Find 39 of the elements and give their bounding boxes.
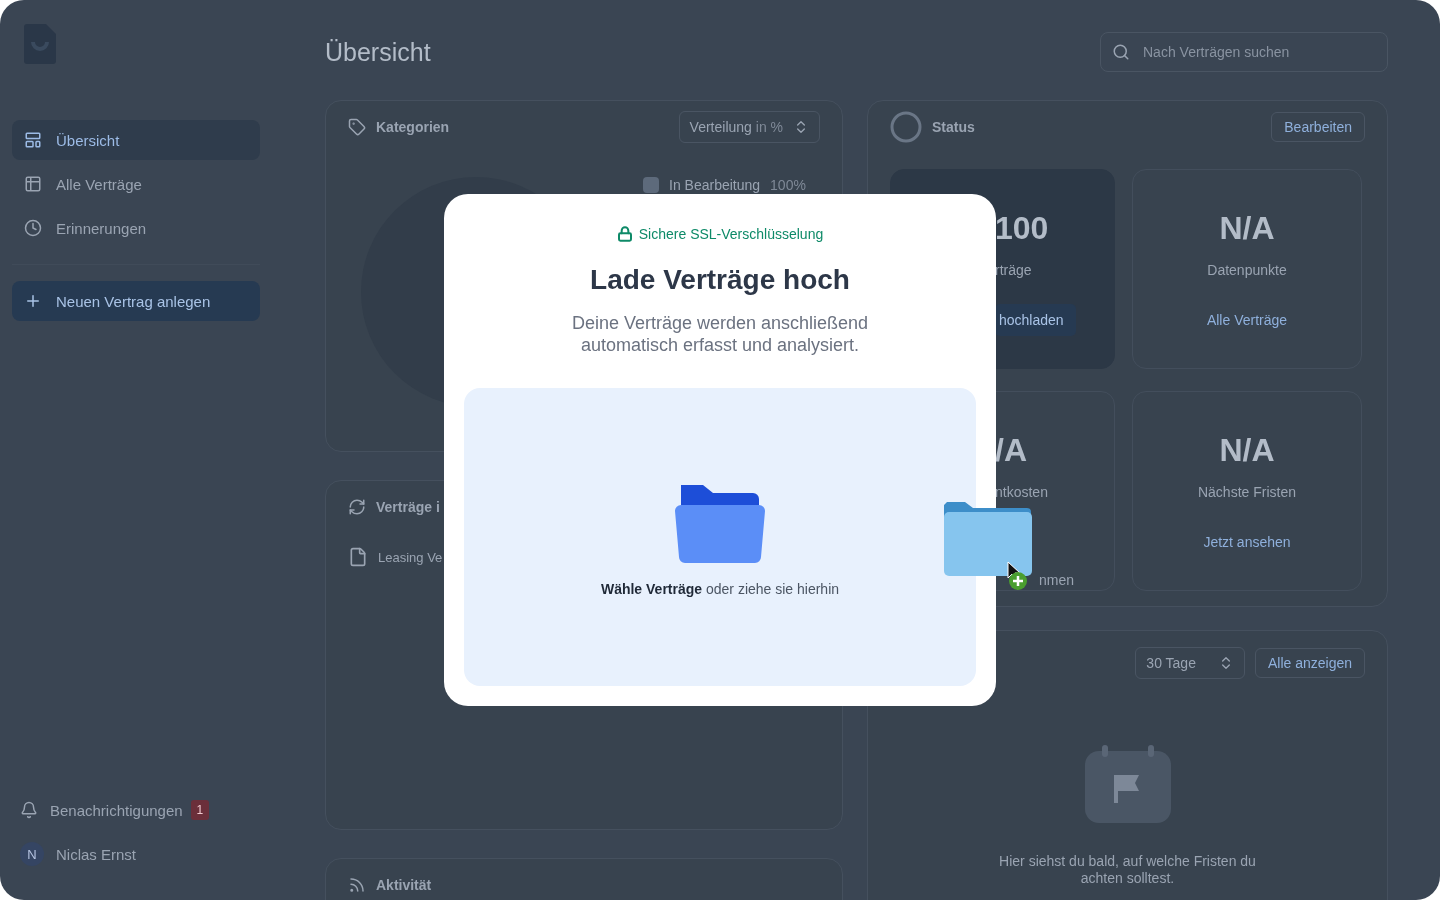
- new-contract-button[interactable]: Neuen Vertrag anlegen: [12, 281, 260, 321]
- card-title: Verträge i: [376, 499, 440, 515]
- contract-name[interactable]: Leasing Ve: [378, 549, 443, 565]
- range-select[interactable]: 30 Tage: [1135, 647, 1245, 679]
- stat-value: /A: [995, 432, 1027, 470]
- edit-button[interactable]: Bearbeiten: [1271, 112, 1365, 142]
- search-field[interactable]: Nach Verträgen suchen: [1100, 32, 1388, 72]
- stat-label: rträge: [995, 262, 1032, 278]
- stat-value: N/A: [1219, 210, 1275, 248]
- nav-item[interactable]: Alle Verträge: [12, 164, 260, 204]
- stat-link[interactable]: Jetzt ansehen: [1203, 534, 1291, 550]
- notifications-link[interactable]: Benachrichtigungen: [50, 801, 183, 819]
- security-note: Sichere SSL-Verschlüsselung: [638, 226, 824, 242]
- user-name[interactable]: Niclas Ernst: [56, 845, 137, 863]
- card-title: Status: [932, 119, 975, 135]
- empty-state-text: Hier siehst du bald, auf welche Fristen du achten solltest.: [998, 853, 1257, 887]
- distribution-select[interactable]: Verteilung in %: [678, 111, 820, 143]
- stat-value: 100: [995, 210, 1049, 248]
- card-title: Kategorien: [376, 119, 450, 135]
- stat-label: Nächste Fristen: [1197, 484, 1296, 500]
- legend-label: In Bearbeitung: [669, 177, 761, 193]
- page-title: Übersicht: [325, 37, 431, 67]
- nav-item[interactable]: Erinnerungen: [12, 208, 260, 248]
- dropzone[interactable]: Wähle Verträge oder ziehe sie hierhin: [464, 388, 976, 686]
- dialog-title: Lade Verträge hoch: [590, 264, 850, 296]
- nav-item[interactable]: Übersicht: [12, 120, 260, 160]
- dialog-subtitle: Deine Verträge werden anschließend automatisch erfasst und analysiert.: [570, 312, 870, 356]
- stat-value: N/A: [1219, 432, 1275, 470]
- legend-value: 100%: [770, 177, 806, 193]
- user-avatar[interactable]: N: [20, 842, 44, 866]
- stat-note: nmen: [1039, 572, 1075, 588]
- card-title: Aktivität: [376, 877, 432, 893]
- dropzone-text: Wähle Verträge oder ziehe sie hierhin: [600, 581, 840, 597]
- upload-button[interactable]: hochladen: [995, 304, 1076, 336]
- notification-count: 1: [190, 800, 210, 820]
- stat-label: Datenpunkte: [1207, 262, 1287, 278]
- stat-link[interactable]: Alle Verträge: [1206, 312, 1288, 328]
- show-all-button[interactable]: Alle anzeigen: [1254, 648, 1365, 678]
- stat-label: ntkosten: [995, 484, 1048, 500]
